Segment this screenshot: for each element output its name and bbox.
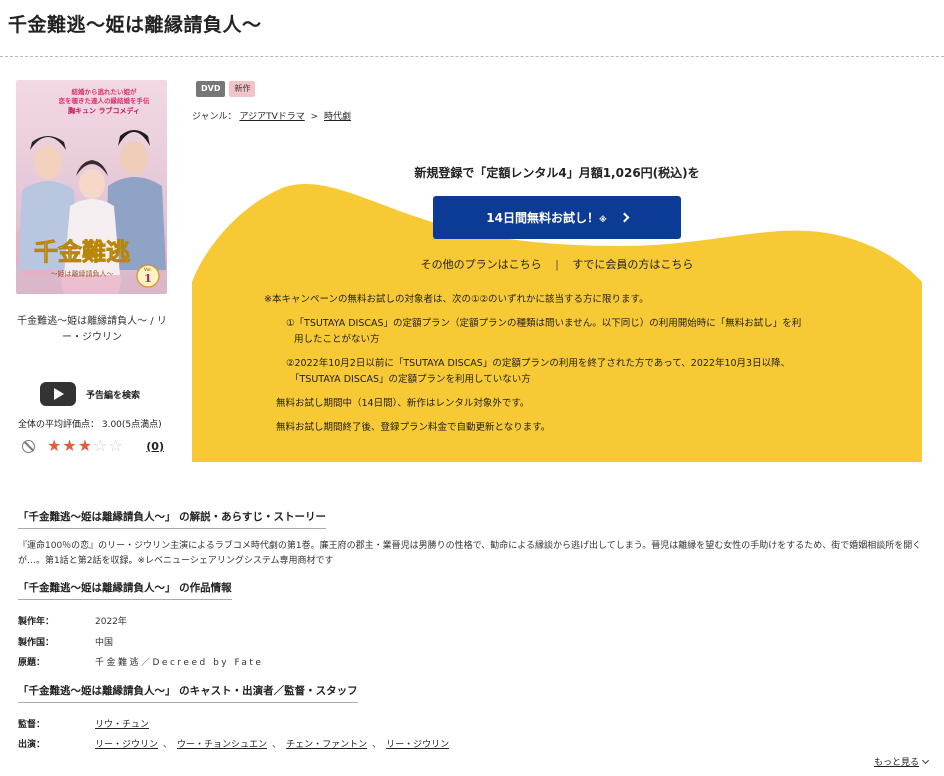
story-text: 『運命100％の恋』のリー・ジウリン主演によるラブコメ時代劇の第1巻。廉王府の郡… [18,541,922,566]
cover-title-sub: 〜姫は離縁請負人〜 [51,269,114,278]
promo-headline: 新規登録で「定額レンタル4」月額1,026円(税込)を [414,166,700,180]
cast-label: 出演： [18,740,46,750]
director-link[interactable]: リウ・チュン [95,720,149,730]
trailer-label: 予告編を検索 [86,390,141,401]
notes-auto-renew: 無料お試し期間終了後、登録プラン料金で自動更新となります。 [276,422,551,433]
prohibited-icon[interactable] [22,439,35,453]
star-rating: ★ ★ ★ ☆ ☆ [47,438,123,454]
cast-link[interactable]: チェン・ファントン [286,740,367,750]
director-list: リウ・チュン [95,717,149,730]
genre-separator: > [310,112,319,122]
trial-button-label: 14日間無料お試し！ [486,211,599,225]
title-divider [0,56,944,57]
notes-trial-period: 無料お試し期間中（14日間）、新作はレンタル対象外です。 [276,398,530,409]
cast-list: リー・ジウリン、ウー・チョンシュエン、チェン・ファントン、リー・ジウリン [95,740,450,750]
page-title: 千金難逃〜姫は離縁請負人〜 [8,14,262,36]
notes-item-1-line-2: 用したことがない方 [294,334,380,345]
chevron-right-icon [619,212,630,223]
review-count-link[interactable]: (0) [146,440,164,453]
plan-links: その他のプランはこちら | すでに会員の方はこちら [192,256,922,272]
average-rating-text: 全体の平均評価点： 3.00(5点満点) [18,420,162,430]
notes-intro: ※本キャンペーンの無料お試しの対象者は、次の①②のいずれかに該当する方に限ります… [264,294,649,305]
cover-vol-number: 1 [144,272,152,285]
campaign-notes: ※本キャンペーンの無料お試しの対象者は、次の①②のいずれかに該当する方に限ります… [264,292,864,444]
genre-link-period-drama[interactable]: 時代劇 [324,112,351,122]
notes-item-2: ②2022年10月2日以前に「TSUTAYA DISCAS」の定額プランの利用を… [264,356,864,388]
genre-label: ジャンル： [192,112,237,122]
cover-tagline-3: 胸キュン ラブコメディ [68,106,140,115]
star-filled-icon: ★ [47,436,62,455]
notes-item-2-line-1: ②2022年10月2日以前に「TSUTAYA DISCAS」の定額プランの利用を… [286,358,791,369]
rating-row: ★ ★ ★ ☆ ☆ (0) [22,438,164,454]
dvd-badge: DVD [196,81,226,97]
genre-link-asian-tv-drama[interactable]: アジアTVドラマ [239,112,304,122]
production-country-label: 製作国： [18,638,55,648]
production-year-label: 製作年： [18,617,55,627]
notes-item-1-line-1: ①「TSUTAYA DISCAS」の定額プラン（定額プランの種類は問いません。以… [286,318,802,329]
link-divider: | [555,258,559,271]
show-more-link[interactable]: もっと見る [873,755,930,768]
cast-staff-heading: 「千金難逃〜姫は離縁請負人〜」 のキャスト・出演者／監督・スタッフ [18,683,358,703]
format-badges: DVD 新作 [196,81,256,97]
chevron-down-icon [921,756,930,764]
trial-promo-panel: 新規登録で「定額レンタル4」月額1,026円(税込)を 14日間無料お試し！※ … [192,160,922,462]
trial-button-mark: ※ [598,215,607,224]
cast-link[interactable]: リー・ジウリン [386,740,449,750]
notes-item-2-line-2: 「TSUTAYA DISCAS」の定額プランを利用していない方 [290,374,531,385]
cover-tagline-2: 恋を覗きた達人の縁結婚を手伝 [59,96,151,105]
play-icon [40,382,76,406]
other-plans-link[interactable]: その他のプランはこちら [421,258,542,271]
star-filled-icon: ★ [77,436,93,455]
star-empty-icon: ☆ [93,436,108,455]
production-country-value: 中国 [95,638,114,648]
free-trial-button[interactable]: 14日間無料お試し！※ [433,196,681,239]
cover-image[interactable]: 結婚から逃れたい姫が 恋を覗きた達人の縁結婚を手伝 胸キュン ラブコメディ 千金… [16,80,167,294]
new-release-badge: 新作 [229,81,256,97]
cover-tagline-1: 結婚から逃れたい姫が [72,87,138,96]
show-more-label: もっと見る [873,758,919,768]
cast-link[interactable]: ウー・チョンシュエン [177,740,267,750]
original-title-label: 原題： [18,658,46,668]
genre-breadcrumb: ジャンル： アジアTVドラマ > 時代劇 [192,109,351,122]
notes-item-1: ①「TSUTAYA DISCAS」の定額プラン（定額プランの種類は問いません。以… [264,316,864,348]
members-login-link[interactable]: すでに会員の方はこちら [572,258,693,271]
director-label: 監督： [18,720,46,730]
work-info-heading: 「千金難逃〜姫は離縁請負人〜」 の作品情報 [18,580,232,600]
original-title-value: 千金難逃／Decreed by Fate [95,658,264,668]
production-year-value: 2022年 [95,617,127,627]
star-filled-icon: ★ [62,436,77,455]
cover-caption: 千金難逃〜姫は離縁請負人〜 / リー・ジウリン [17,316,167,343]
cast-link[interactable]: リー・ジウリン [95,740,158,750]
story-heading: 「千金難逃〜姫は離縁請負人〜」 の解説・あらすじ・ストーリー [18,509,326,529]
star-empty-icon: ☆ [108,436,123,455]
trailer-search-button[interactable]: 予告編を検索 [40,382,140,406]
cover-title-main: 千金難逃 [34,237,130,266]
